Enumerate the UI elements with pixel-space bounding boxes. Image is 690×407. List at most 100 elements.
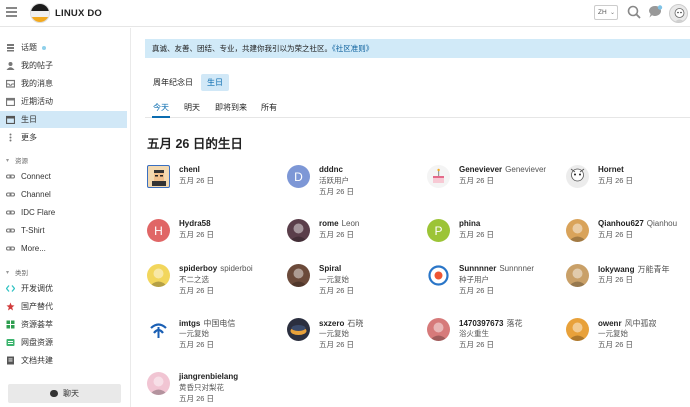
username[interactable]: spiderboy bbox=[179, 264, 217, 273]
user-card[interactable]: Pphina 五月 26 日 bbox=[427, 219, 562, 251]
user-name-line[interactable]: Sunnnner Sunnnner bbox=[459, 264, 534, 273]
username[interactable]: Sunnnner bbox=[459, 264, 496, 273]
user-avatar[interactable] bbox=[566, 219, 589, 242]
search-icon[interactable] bbox=[627, 5, 641, 19]
user-name-line[interactable]: rome Leon bbox=[319, 219, 359, 228]
user-name-line[interactable]: Geneviever Geneviever bbox=[459, 165, 546, 174]
username[interactable]: rome bbox=[319, 219, 339, 228]
user-avatar[interactable] bbox=[427, 264, 450, 287]
user-card[interactable]: Ddddnc 活跃用户 五月 26 日 bbox=[287, 165, 422, 197]
sidebar-item-category-netdisk[interactable]: 网盘资源 bbox=[0, 334, 127, 351]
user-title: 黄昏只对梨花 bbox=[179, 383, 224, 392]
user-name-line[interactable]: jiangrenbielang bbox=[179, 372, 238, 381]
user-card[interactable]: Qianhou627 Qianhou 五月 26 日 bbox=[566, 219, 690, 251]
user-card[interactable]: H Hydra58 五月 26 日 bbox=[147, 219, 282, 251]
user-name-line[interactable]: chenl bbox=[179, 165, 200, 174]
username[interactable]: Qianhou627 bbox=[598, 219, 644, 228]
resources-section-header[interactable]: ▾ 资源 bbox=[6, 155, 28, 166]
chevron-down-icon: ⌄ bbox=[609, 10, 615, 16]
sidebar-item-my-messages[interactable]: 我的消息 bbox=[0, 75, 127, 92]
sidebar-item-connect[interactable]: Connect bbox=[0, 168, 127, 185]
sidebar-item-t-shirt[interactable]: T-Shirt bbox=[0, 222, 127, 239]
sidebar-item-birthdays[interactable]: 生日 bbox=[0, 111, 127, 128]
user-name-line[interactable]: Spiral bbox=[319, 264, 341, 273]
tab-upcoming[interactable]: 即将到来 bbox=[215, 102, 247, 113]
username[interactable]: Hornet bbox=[598, 165, 624, 174]
user-avatar[interactable] bbox=[669, 4, 688, 23]
chat-icon[interactable] bbox=[648, 5, 663, 20]
user-avatar[interactable] bbox=[287, 318, 310, 341]
user-name-line[interactable]: spiderboy spiderboi bbox=[179, 264, 253, 273]
sidebar-item-category-resources[interactable]: 资源荟萃 bbox=[0, 316, 127, 333]
username[interactable]: jiangrenbielang bbox=[179, 372, 238, 381]
user-avatar[interactable] bbox=[566, 264, 589, 287]
user-name-line[interactable]: Hydra58 bbox=[179, 219, 211, 228]
tab-today[interactable]: 今天 bbox=[152, 102, 170, 118]
username[interactable]: dddnc bbox=[319, 165, 343, 174]
user-avatar[interactable] bbox=[287, 219, 310, 242]
user-card[interactable]: jiangrenbielang 黄昏只对梨花 五月 26 日 bbox=[147, 372, 282, 404]
tab-birthdays[interactable]: 生日 bbox=[201, 74, 229, 91]
sidebar-item-category-domestic[interactable]: 国产替代 bbox=[0, 298, 127, 315]
user-avatar[interactable] bbox=[147, 264, 170, 287]
user-avatar[interactable] bbox=[147, 318, 170, 341]
sidebar-item-more-links[interactable]: More... bbox=[0, 240, 127, 257]
user-card[interactable]: Spiral 一元复始 五月 26 日 bbox=[287, 264, 422, 296]
user-card[interactable]: lokywang 万能青年 五月 26 日 bbox=[566, 264, 690, 296]
tab-all[interactable]: 所有 bbox=[261, 102, 277, 113]
user-card[interactable]: rome Leon 五月 26 日 bbox=[287, 219, 422, 251]
tab-tomorrow[interactable]: 明天 bbox=[184, 102, 200, 113]
user-avatar[interactable] bbox=[566, 165, 589, 188]
user-avatar[interactable]: P bbox=[427, 219, 450, 242]
sidebar-item-more[interactable]: 更多 bbox=[0, 129, 127, 146]
username[interactable]: lokywang bbox=[598, 265, 634, 274]
user-avatar[interactable] bbox=[147, 165, 170, 188]
user-card[interactable]: Sunnnner Sunnnner 种子用户 五月 26 日 bbox=[427, 264, 562, 296]
username[interactable]: Hydra58 bbox=[179, 219, 211, 228]
user-card[interactable]: 1470397673 落花 浴火重生 五月 26 日 bbox=[427, 318, 562, 350]
username[interactable]: 1470397673 bbox=[459, 319, 504, 328]
username[interactable]: phina bbox=[459, 219, 480, 228]
user-name-line[interactable]: Hornet bbox=[598, 165, 624, 174]
user-card[interactable]: spiderboy spiderboi 不二之选 五月 26 日 bbox=[147, 264, 282, 296]
birthday-date: 五月 26 日 bbox=[598, 230, 634, 239]
user-card[interactable]: Geneviever Geneviever 五月 26 日 bbox=[427, 165, 562, 197]
username[interactable]: owenr bbox=[598, 319, 622, 328]
user-card[interactable]: owenr 风中孤寂 一元复始 五月 26 日 bbox=[566, 318, 690, 350]
user-avatar[interactable]: D bbox=[287, 165, 310, 188]
user-avatar[interactable] bbox=[147, 372, 170, 395]
user-card[interactable]: sxzero 石晓 一元复始 五月 26 日 bbox=[287, 318, 422, 350]
user-name-line[interactable]: phina bbox=[459, 219, 480, 228]
sidebar-item-channel[interactable]: Channel bbox=[0, 186, 127, 203]
user-name-line[interactable]: Qianhou627 Qianhou bbox=[598, 219, 677, 228]
username[interactable]: imtgs bbox=[179, 319, 200, 328]
secondary-tabs: 今天 明天 即将到来 所有 bbox=[145, 98, 690, 118]
username[interactable]: Spiral bbox=[319, 264, 341, 273]
chat-button[interactable]: 聊天 bbox=[8, 384, 121, 403]
site-title[interactable]: LINUX DO bbox=[55, 8, 102, 19]
site-logo[interactable] bbox=[30, 3, 50, 23]
sidebar-item-my-posts[interactable]: 我的帖子 bbox=[0, 57, 127, 74]
sidebar-item-category-dev[interactable]: 开发调优 bbox=[0, 280, 127, 297]
sidebar-item-category-docs[interactable]: 文档共建 bbox=[0, 352, 127, 369]
menu-icon[interactable] bbox=[6, 7, 17, 17]
user-card[interactable]: Hornet 五月 26 日 bbox=[566, 165, 690, 197]
user-avatar[interactable] bbox=[427, 165, 450, 188]
username[interactable]: sxzero bbox=[319, 319, 344, 328]
guidelines-link[interactable]: 《社区准则》 bbox=[332, 44, 373, 53]
user-card[interactable]: chenl 五月 26 日 bbox=[147, 165, 282, 197]
user-avatar[interactable] bbox=[287, 264, 310, 287]
user-avatar[interactable] bbox=[566, 318, 589, 341]
user-card[interactable]: imtgs 中国电信 一元复始 五月 26 日 bbox=[147, 318, 282, 350]
username[interactable]: chenl bbox=[179, 165, 200, 174]
categories-section-header[interactable]: ▾ 类别 bbox=[6, 267, 28, 278]
sidebar-item-idc-flare[interactable]: IDC Flare bbox=[0, 204, 127, 221]
sidebar-item-recent-activity[interactable]: 近期活动 bbox=[0, 93, 127, 110]
user-avatar[interactable]: H bbox=[147, 219, 170, 242]
username[interactable]: Geneviever bbox=[459, 165, 502, 174]
tab-anniversaries[interactable]: 周年纪念日 bbox=[147, 74, 199, 91]
user-avatar[interactable] bbox=[427, 318, 450, 341]
language-select[interactable]: ZH ⌄ bbox=[594, 5, 618, 20]
sidebar-item-topics[interactable]: 话题 bbox=[0, 39, 127, 56]
user-name-line[interactable]: dddnc bbox=[319, 165, 343, 174]
